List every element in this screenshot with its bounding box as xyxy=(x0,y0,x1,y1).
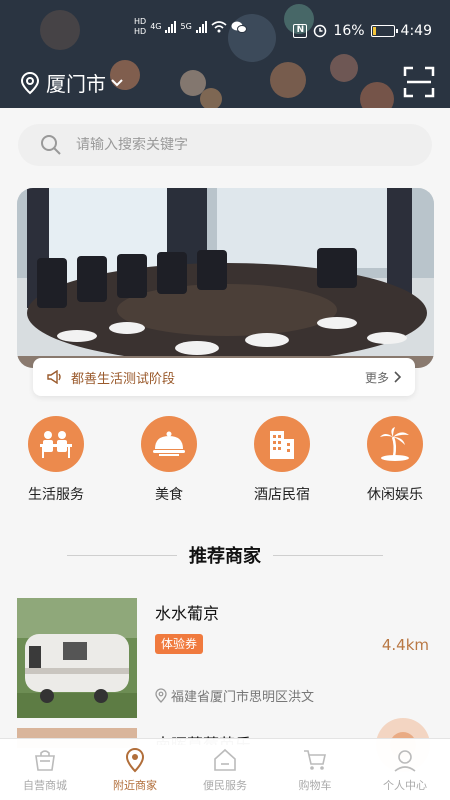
city-selector[interactable]: 厦门市 xyxy=(20,68,124,97)
category-label: 生活服务 xyxy=(28,487,84,503)
tab-label: 便民服务 xyxy=(203,779,247,792)
section-title: 推荐商家 xyxy=(189,546,261,567)
bokeh-decoration xyxy=(270,62,306,98)
hotel-building-icon xyxy=(254,416,310,472)
tab-profile[interactable]: 个人中心 xyxy=(360,739,450,800)
divider xyxy=(67,554,177,556)
nfc-icon: N xyxy=(293,24,308,38)
bokeh-decoration xyxy=(360,82,394,108)
notice-more-link[interactable]: 更多 xyxy=(365,369,401,386)
people-service-icon xyxy=(28,416,84,472)
bokeh-decoration xyxy=(330,54,358,82)
net-5g-label: 5G xyxy=(180,22,192,31)
merchant-photo xyxy=(17,598,137,718)
wechat-icon xyxy=(231,21,247,33)
net-4g-label: 4G xyxy=(150,22,162,31)
divider xyxy=(273,554,383,556)
category-life-service[interactable]: 生活服务 xyxy=(1,416,111,504)
category-hotel[interactable]: 酒店民宿 xyxy=(227,416,337,504)
address-text: 福建省厦门市思明区洪文 xyxy=(171,690,315,705)
palm-island-icon xyxy=(367,416,423,472)
location-pin-icon xyxy=(20,71,40,94)
clock: 4:49 xyxy=(400,23,432,39)
merchant-name: 水水葡京 xyxy=(155,604,220,623)
notice-text: 都善生活测试阶段 xyxy=(71,371,176,387)
hd-badge: HD xyxy=(134,27,147,36)
search-input[interactable] xyxy=(76,137,396,153)
hd-badges: HD HD xyxy=(134,18,146,36)
chevron-down-icon xyxy=(111,78,123,86)
category-label: 休闲娱乐 xyxy=(367,487,423,503)
battery-icon xyxy=(370,25,398,37)
more-label: 更多 xyxy=(364,370,389,385)
user-icon xyxy=(394,750,416,772)
city-name: 厦门市 xyxy=(46,72,106,96)
promo-banner[interactable] xyxy=(17,188,434,368)
status-system: N 16% 4:49 xyxy=(293,23,432,39)
signal-icon xyxy=(165,21,177,33)
alarm-icon xyxy=(314,24,327,38)
category-leisure[interactable]: 休闲娱乐 xyxy=(340,416,450,504)
shopping-bag-icon xyxy=(35,750,55,771)
notice-bar[interactable]: 都善生活测试阶段 更多 xyxy=(33,358,415,396)
bokeh-decoration xyxy=(200,88,222,108)
location-pin-icon xyxy=(155,688,167,703)
search-bar[interactable] xyxy=(18,124,432,166)
tab-label: 自营商城 xyxy=(23,779,67,792)
tab-label: 个人中心 xyxy=(383,779,427,792)
status-bar: HD HD 4G 5G N 16% 4:49 xyxy=(0,0,450,40)
cart-icon xyxy=(304,750,326,770)
food-cloche-icon xyxy=(141,416,197,472)
search-icon xyxy=(41,135,61,155)
battery-level-fill xyxy=(372,27,377,35)
signal-icon xyxy=(195,21,207,33)
header: HD HD 4G 5G N 16% 4:49 厦门市 xyxy=(0,0,450,108)
scan-icon[interactable] xyxy=(403,66,435,98)
bottom-nav: 自营商城 附近商家 便民服务 购物车 个人中心 xyxy=(0,738,450,800)
tab-mall[interactable]: 自营商城 xyxy=(0,739,90,800)
category-label: 美食 xyxy=(155,487,183,503)
category-grid: 生活服务 美食 酒店民宿 休闲娱乐 xyxy=(0,416,450,516)
house-icon xyxy=(214,748,236,771)
tab-services[interactable]: 便民服务 xyxy=(180,739,270,800)
banner-image xyxy=(17,188,434,368)
tab-label: 购物车 xyxy=(298,779,332,792)
battery-percent: 16% xyxy=(333,23,365,39)
merchant-address: 福建省厦门市思明区洪文 xyxy=(155,686,314,705)
merchant-distance: 4.4km xyxy=(381,636,429,654)
location-pin-icon xyxy=(125,747,145,773)
tab-nearby[interactable]: 附近商家 xyxy=(90,739,180,800)
status-network: HD HD 4G 5G xyxy=(134,18,247,36)
tab-label: 附近商家 xyxy=(113,779,157,792)
merchant-card[interactable]: 水水葡京 体验券 4.4km 福建省厦门市思明区洪文 xyxy=(17,598,433,718)
category-label: 酒店民宿 xyxy=(254,487,310,503)
recommended-section-header: 推荐商家 xyxy=(0,540,450,570)
megaphone-icon xyxy=(47,370,61,384)
wifi-icon xyxy=(211,21,227,33)
tab-cart[interactable]: 购物车 xyxy=(270,739,360,800)
hd-badge: HD xyxy=(134,17,147,26)
category-food[interactable]: 美食 xyxy=(114,416,224,504)
coupon-badge: 体验券 xyxy=(155,634,204,654)
chevron-right-icon xyxy=(394,371,401,383)
